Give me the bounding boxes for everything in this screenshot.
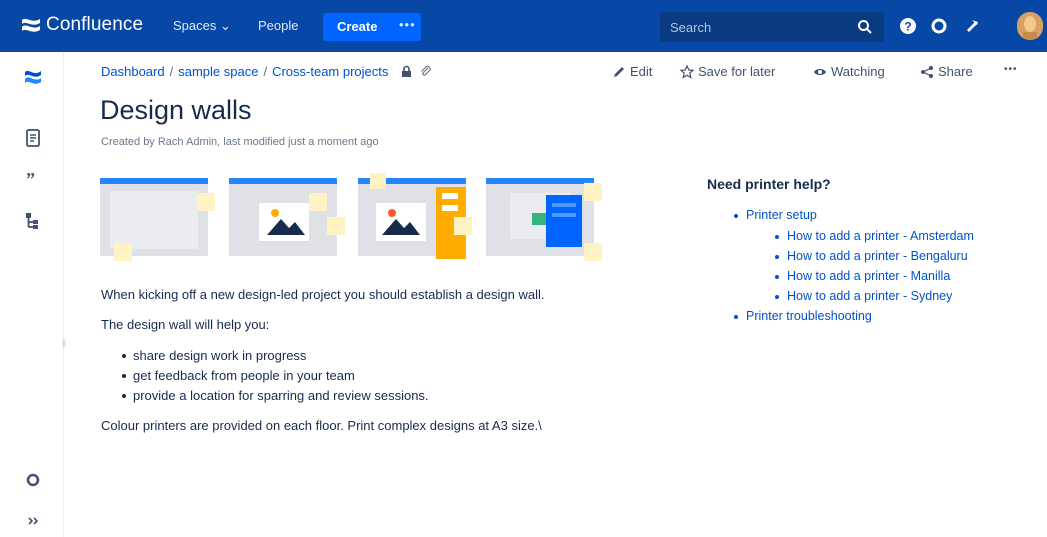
page-tree-icon[interactable] — [23, 211, 43, 231]
watching-label: Watching — [831, 64, 885, 79]
more-actions-button[interactable]: ••• — [1004, 64, 1018, 75]
list-item: provide a location for sparring and revi… — [120, 386, 429, 406]
confluence-home-link[interactable]: Confluence — [20, 14, 143, 36]
breadcrumb-dashboard[interactable]: Dashboard — [101, 64, 165, 79]
printer-bengaluru-link[interactable]: How to add a printer - Bengaluru — [774, 249, 968, 263]
search-input[interactable] — [660, 12, 850, 42]
lock-icon[interactable] — [400, 65, 413, 78]
confluence-logo-icon[interactable] — [23, 67, 43, 87]
benefits-list: share design work in progress get feedba… — [120, 346, 429, 406]
search-icon[interactable] — [857, 19, 873, 35]
svg-text:?: ? — [904, 20, 911, 34]
page-byline: Created by Rach Admin, last modified jus… — [101, 136, 379, 148]
design-wall-illustration-1 — [100, 178, 215, 261]
design-wall-illustration-4 — [486, 178, 602, 261]
share-icon — [921, 65, 933, 78]
printer-help-heading: Need printer help? — [707, 176, 831, 192]
save-for-later-button[interactable]: Save for later — [680, 64, 775, 79]
breadcrumb-separator: / — [169, 64, 174, 79]
edit-label: Edit — [630, 64, 653, 79]
watching-button[interactable]: Watching — [813, 64, 885, 79]
user-avatar-icon — [1017, 12, 1043, 40]
breadcrumb-separator: / — [263, 64, 268, 79]
printer-amsterdam-link[interactable]: How to add a printer - Amsterdam — [774, 229, 974, 243]
printer-sydney-link[interactable]: How to add a printer - Sydney — [774, 289, 952, 303]
quote-icon[interactable]: ” — [23, 169, 43, 189]
settings-icon[interactable] — [23, 470, 43, 490]
edit-button[interactable]: Edit — [612, 64, 652, 79]
breadcrumb-sample-space[interactable]: sample space — [178, 64, 258, 79]
design-wall-help-paragraph: The design wall will help you: — [101, 317, 270, 332]
list-item: share design work in progress — [120, 346, 429, 366]
share-label: Share — [938, 64, 973, 79]
avatar[interactable] — [1017, 12, 1043, 40]
brand-name: Confluence — [46, 14, 144, 35]
design-wall-illustration-3 — [358, 173, 472, 259]
list-item: get feedback from people in your team — [120, 366, 429, 386]
printers-paragraph: Colour printers are provided on each flo… — [101, 418, 542, 433]
notifications-icon[interactable] — [961, 16, 981, 36]
expand-icon[interactable] — [23, 511, 43, 531]
create-button[interactable]: Create ••• — [323, 13, 421, 41]
pencil-icon — [614, 66, 624, 77]
save-for-later-label: Save for later — [698, 64, 776, 79]
help-icon[interactable]: ? — [898, 16, 918, 36]
intro-paragraph: When kicking off a new design-led projec… — [101, 287, 545, 302]
spaces-menu[interactable]: Spaces ⌄ — [173, 18, 231, 34]
design-wall-illustration-2 — [229, 178, 345, 256]
svg-text:”: ” — [26, 169, 35, 189]
printer-setup-link[interactable]: Printer setup — [733, 208, 817, 222]
attachment-icon[interactable] — [419, 65, 432, 78]
settings-icon[interactable] — [929, 16, 949, 36]
people-link[interactable]: People — [258, 18, 298, 33]
breadcrumb: Dashboard / sample space / Cross-team pr… — [101, 64, 432, 79]
search-box[interactable] — [660, 12, 884, 42]
create-more-button[interactable]: ••• — [399, 17, 416, 32]
breadcrumb-cross-team-projects[interactable]: Cross-team projects — [272, 64, 388, 79]
create-button-label: Create — [337, 19, 378, 34]
share-button[interactable]: Share — [920, 64, 973, 79]
printer-troubleshooting-link[interactable]: Printer troubleshooting — [733, 309, 872, 323]
left-sidebar: ” ‖ — [0, 52, 66, 537]
pages-icon[interactable] — [23, 128, 43, 148]
star-icon — [680, 64, 694, 79]
printer-manilla-link[interactable]: How to add a printer - Manilla — [774, 269, 950, 283]
eye-icon — [814, 68, 826, 75]
top-navigation-bar: Confluence Spaces ⌄ People Create ••• ? — [0, 0, 1047, 52]
sidebar-resize-handle[interactable]: ‖ — [62, 339, 66, 353]
confluence-logo-icon — [22, 18, 40, 32]
page-title: Design walls — [100, 95, 252, 125]
